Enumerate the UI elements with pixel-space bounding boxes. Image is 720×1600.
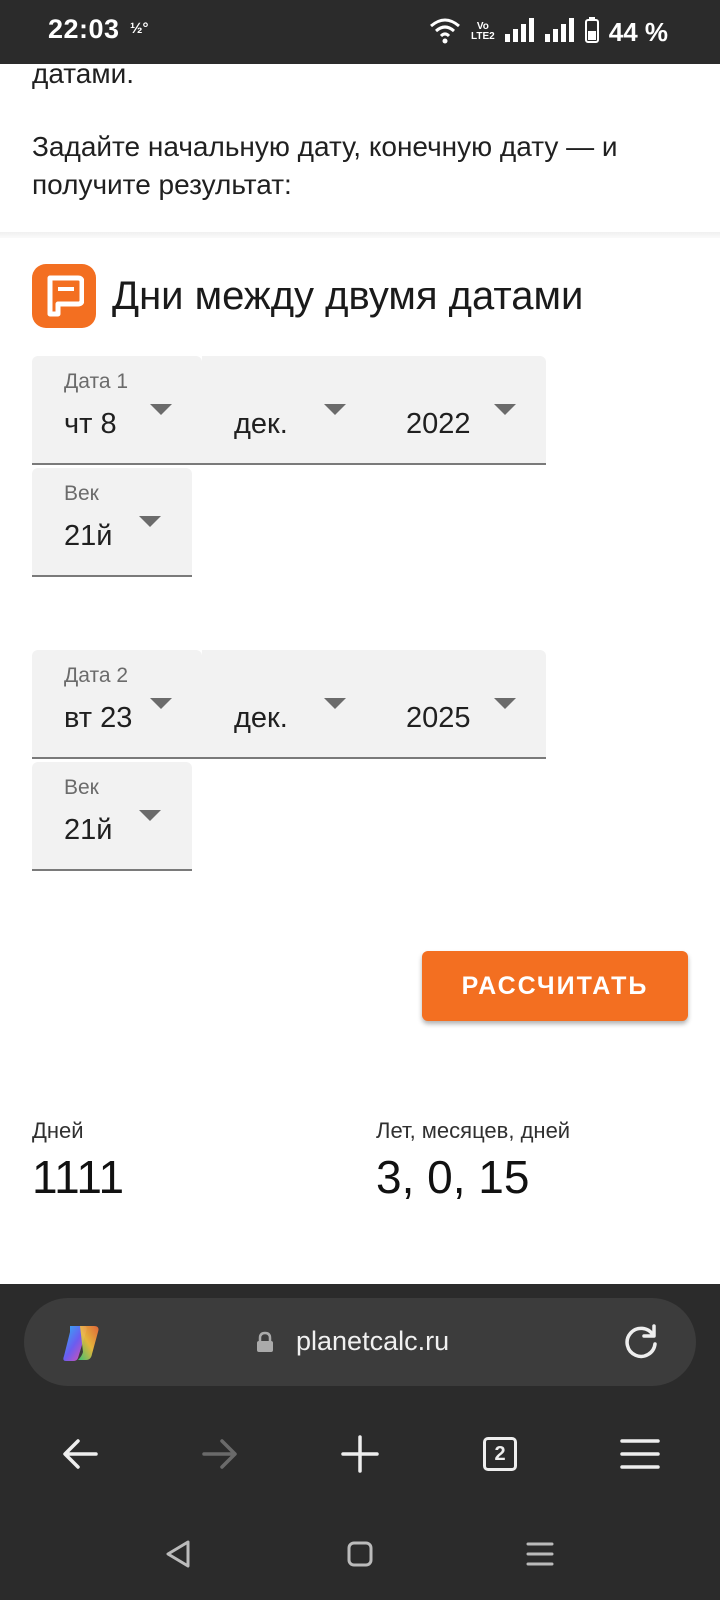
chevron-down-icon [324,698,346,709]
century1-value: 21й [64,520,113,552]
calculator-header: Дни между двумя датами [32,264,583,328]
century2-value: 21й [64,814,113,846]
signal-1-icon [504,17,535,47]
date2-label: Дата 2 [64,664,129,687]
volte-icon: Vo LTE2 [471,22,495,42]
date1-month-value: дек. [234,408,288,440]
signal-2-icon [544,17,575,47]
menu-hamburger-icon[interactable] [610,1424,670,1484]
status-extra-indicator: ½° [130,20,149,37]
century1-select[interactable]: Век 21й [32,468,192,577]
forward-arrow-icon[interactable] [190,1424,250,1484]
reload-icon[interactable] [620,1321,662,1368]
lock-icon [256,1331,274,1358]
date2-month-value: дек. [234,702,288,734]
card-divider [0,232,720,238]
copilot-icon[interactable] [58,1320,104,1371]
status-bar: 22:03 ½° Vo LTE2 44 % [0,0,720,64]
tabs-button[interactable]: 2 [470,1424,530,1484]
date2-year-select[interactable]: 2025 [374,650,546,759]
system-home-icon[interactable] [338,1532,382,1576]
calculate-button[interactable]: РАССЧИТАТЬ [422,951,688,1021]
browser-toolbar: planetcalc.ru 2 [0,1284,720,1510]
back-arrow-icon[interactable] [50,1424,110,1484]
chevron-down-icon [139,810,161,821]
date2-year-value: 2025 [406,702,471,734]
calculator-title: Дни между двумя датами [112,273,584,318]
chevron-down-icon [139,516,161,527]
chevron-down-icon [494,404,516,415]
system-back-icon[interactable] [156,1532,200,1576]
days-label: Дней [32,1118,84,1143]
date1-month-select[interactable]: дек. [202,356,374,465]
planetcalc-logo-icon [32,264,96,328]
century1-label: Век [64,482,99,505]
ymd-label: Лет, месяцев, дней [376,1118,571,1143]
address-bar[interactable]: planetcalc.ru [24,1298,696,1386]
date1-year-select[interactable]: 2022 [374,356,546,465]
date1-year-value: 2022 [406,408,471,440]
date1-day-select[interactable]: Дата 1 чт 8 [32,356,202,465]
url-text[interactable]: planetcalc.ru [296,1326,449,1357]
date2-day-value: вт 23 [64,702,133,734]
battery-icon [584,16,599,48]
century2-label: Век [64,776,99,799]
system-navigation-bar [0,1510,720,1600]
chevron-down-icon [150,404,172,415]
intro-text-tail: датами. [32,64,135,89]
browser-nav-row: 2 [0,1424,720,1484]
status-time: 22:03 [48,14,120,44]
date1-label: Дата 1 [64,370,129,393]
chevron-down-icon [494,698,516,709]
chevron-down-icon [150,698,172,709]
ymd-value: 3, 0, 15 [376,1151,530,1203]
date2-day-select[interactable]: Дата 2 вт 23 [32,650,202,759]
new-tab-plus-icon[interactable] [330,1424,390,1484]
tabs-count: 2 [483,1437,517,1471]
system-recents-icon[interactable] [518,1532,562,1576]
chevron-down-icon [324,404,346,415]
volte-line2: LTE2 [471,31,495,42]
date2-month-select[interactable]: дек. [202,650,374,759]
century2-select[interactable]: Век 21й [32,762,192,871]
intro-text: Задайте начальную дату, конечную дату — … [32,131,618,200]
status-icons: Vo LTE2 44 % [429,12,720,52]
days-value: 1111 [32,1151,125,1203]
date1-day-value: чт 8 [64,408,117,440]
battery-percent: 44 % [608,16,668,47]
page-content[interactable]: датами. Задайте начальную дату, конечную… [0,64,720,1284]
wifi-icon [429,16,461,49]
